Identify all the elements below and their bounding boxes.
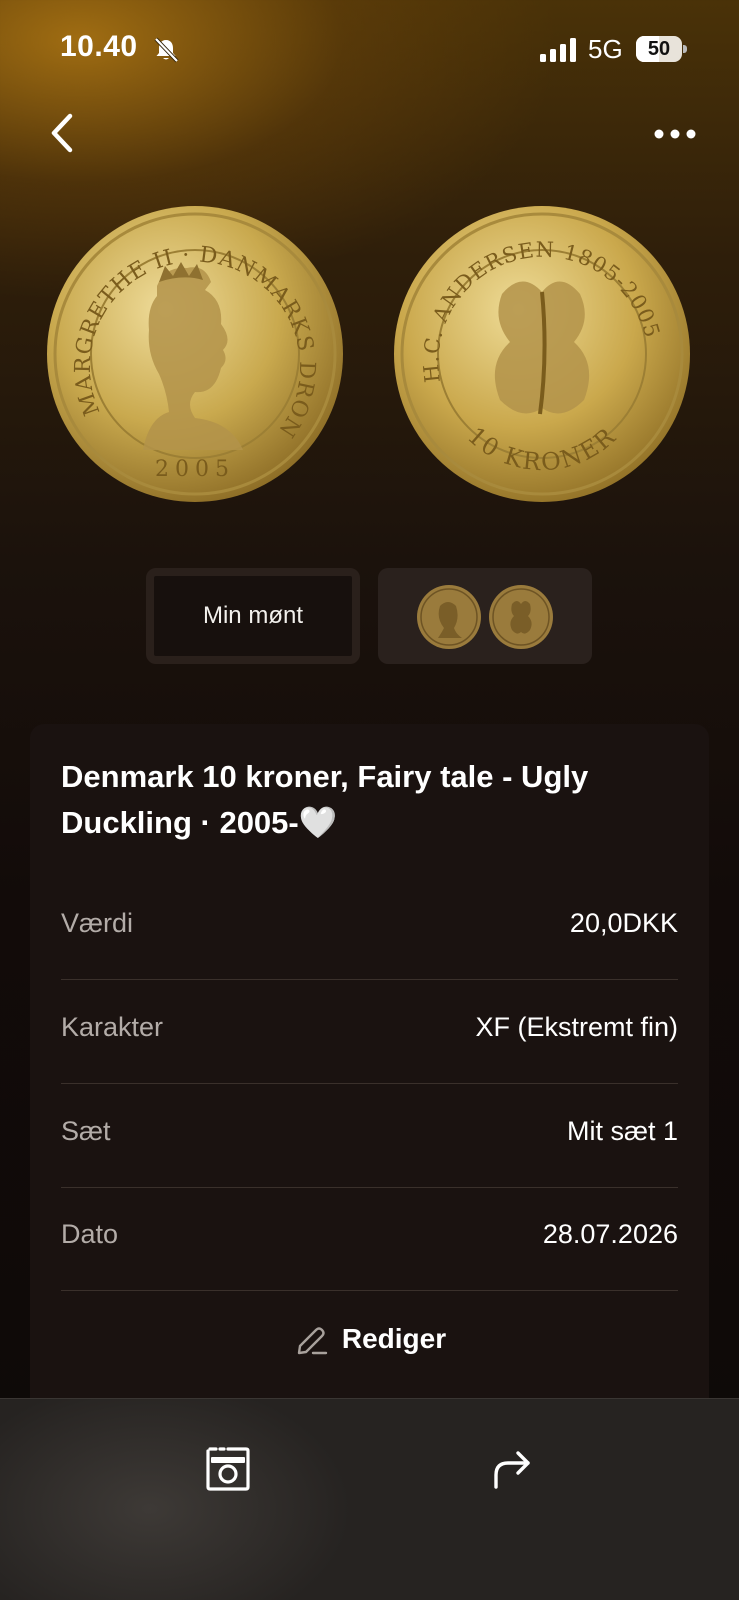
detail-row-date: Dato 28.07.2026 (61, 1187, 678, 1291)
my-coin-tab[interactable]: Min mønt (146, 568, 360, 664)
more-options-button[interactable] (650, 114, 700, 154)
top-nav (0, 100, 739, 170)
detail-value: Mit sæt 1 (566, 1116, 678, 1146)
detail-label: Karakter (61, 1012, 164, 1042)
battery-level: 50 (647, 38, 671, 60)
coin-obverse-image[interactable]: MARGRETHE II · DANMARKS DRONNING 2005 (45, 204, 345, 504)
battery-icon: 50 (636, 36, 688, 62)
network-type: 5G (588, 34, 623, 64)
edit-button[interactable]: Rediger (250, 1314, 490, 1364)
svg-text:2005: 2005 (155, 457, 235, 482)
ellipsis-icon (654, 129, 696, 139)
camera-frame-icon[interactable] (200, 1441, 256, 1497)
bell-slash-icon (154, 37, 179, 63)
edit-label: Rediger (341, 1323, 447, 1354)
coin-images: MARGRETHE II · DANMARKS DRONNING 2005 H.… (0, 200, 739, 510)
detail-value: 20,0DKK (569, 908, 678, 938)
detail-row-value: Værdi 20,0DKK (61, 876, 678, 980)
detail-row-set: Sæt Mit sæt 1 (61, 1084, 678, 1188)
share-arrow-icon[interactable] (488, 1441, 538, 1497)
detail-row-grade: Karakter XF (Ekstremt fin) (61, 980, 678, 1084)
detail-label: Dato (61, 1219, 119, 1249)
reference-images-tab[interactable] (378, 568, 592, 664)
coin-title: Denmark 10 kroner, Fairy tale - Ugly Duc… (61, 759, 589, 840)
status-bar: 10.40 5G 50 (0, 0, 739, 100)
bottom-toolbar (0, 1398, 739, 1600)
detail-label: Sæt (61, 1116, 111, 1146)
coin-details-card: Denmark 10 kroner, Fairy tale - Ugly Duc… (30, 724, 709, 1424)
back-button[interactable] (40, 108, 84, 158)
my-coin-label: Min mønt (202, 602, 303, 629)
signal-strength-icon (540, 38, 576, 62)
coin-obverse-thumbnail (417, 585, 481, 649)
detail-value: 28.07.2026 (542, 1219, 678, 1249)
detail-value: XF (Ekstremt fin) (475, 1012, 678, 1042)
detail-label: Værdi (61, 908, 134, 938)
coin-reverse-thumbnail (489, 585, 553, 649)
pencil-icon (297, 1327, 328, 1355)
status-time: 10.40 (60, 30, 138, 63)
coin-reverse-image[interactable]: H.C. ANDERSEN 1805-2005 10 KRONER (392, 204, 692, 504)
image-source-toggle: Min mønt (0, 568, 739, 664)
chevron-left-icon (51, 113, 73, 153)
